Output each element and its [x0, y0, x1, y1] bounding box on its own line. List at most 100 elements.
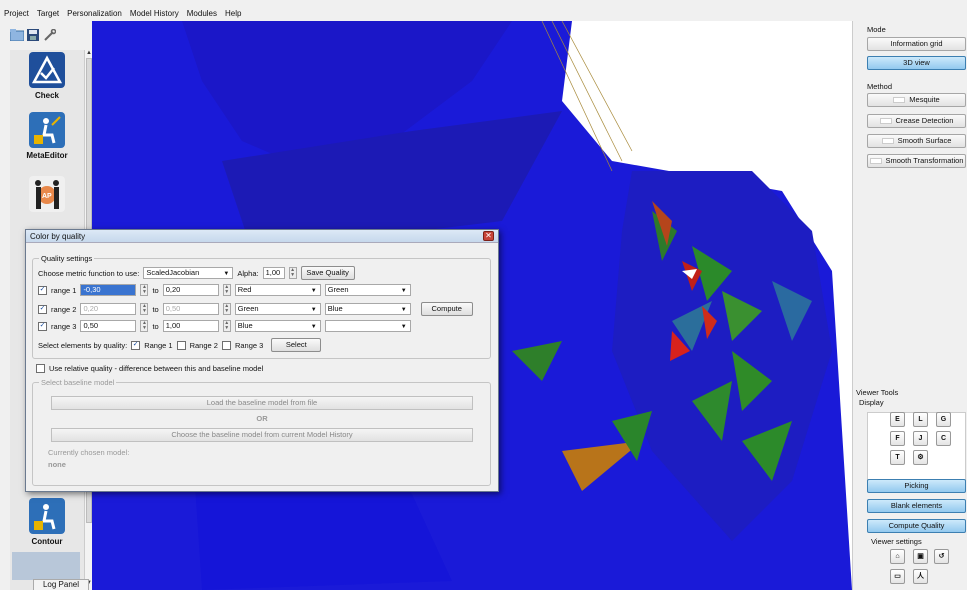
range-2-checkbox[interactable]: ✓	[38, 304, 47, 314]
module-check[interactable]: Check	[10, 52, 84, 100]
mannequin-icon[interactable]: 人	[913, 569, 928, 584]
menu-project[interactable]: Project	[4, 7, 29, 21]
method-mesquite-button[interactable]: Mesquite	[867, 93, 966, 107]
range-1-checkbox[interactable]: ✓	[38, 285, 47, 295]
metric-select[interactable]: ScaledJacobian	[143, 267, 234, 279]
method-label-text: Smooth Transformation	[885, 156, 964, 165]
group-title: Quality settings	[39, 254, 95, 263]
select-range-1-checkbox[interactable]: ✓	[131, 340, 141, 350]
alpha-input[interactable]: 1,00	[262, 267, 285, 279]
menu-personalization[interactable]: Personalization	[67, 7, 122, 21]
module-label: Contour	[31, 537, 63, 546]
menu-help[interactable]: Help	[225, 7, 241, 21]
range-3-from-input[interactable]: 0,50	[80, 320, 137, 332]
display-l-button[interactable]: L	[913, 412, 928, 427]
select-button[interactable]: Select	[271, 338, 322, 352]
range-2-color-end-select[interactable]: Blue	[324, 303, 411, 315]
dialog-titlebar: Color by quality ✕	[26, 230, 498, 243]
open-folder-icon[interactable]	[10, 28, 24, 42]
load-baseline-button[interactable]: Load the baseline model from file	[51, 396, 473, 410]
method-label-text: Crease Detection	[895, 116, 954, 125]
alpha-label: Alpha:	[237, 268, 259, 278]
module-contour[interactable]: Contour	[10, 498, 84, 546]
range-1-to-spinner[interactable]: ▲ ▼	[222, 284, 231, 296]
range-1-color-end-select[interactable]: Green	[324, 284, 411, 296]
relative-quality-label: Use relative quality - difference betwee…	[49, 364, 264, 373]
wrench-icon[interactable]	[42, 28, 56, 42]
menu-model-history[interactable]: Model History	[130, 7, 179, 21]
svg-text:AP: AP	[42, 193, 52, 200]
check-icon	[29, 52, 65, 88]
menu-bar: Project Target Personalization Model His…	[0, 7, 852, 21]
range-2-to-input[interactable]: 0,50	[162, 303, 219, 315]
toggle-indicator	[881, 138, 894, 145]
camera-icon[interactable]: ⌂	[890, 549, 905, 564]
range-2-color-start-select[interactable]: Green	[234, 303, 321, 315]
anthropometry-icon: AP	[29, 176, 65, 212]
display-f-button[interactable]: F	[890, 431, 905, 446]
compute-button[interactable]: Compute	[420, 302, 473, 316]
range-3-from-spinner[interactable]: ▲ ▼	[140, 320, 149, 332]
range-2-from-input[interactable]: 0,20	[80, 303, 137, 315]
chosen-model-value: none	[48, 460, 66, 469]
right-panel: Mode Information grid 3D view Method Mes…	[852, 21, 967, 590]
display-e-button[interactable]: E	[890, 412, 905, 427]
method-label-text: Smooth Surface	[897, 136, 952, 145]
range-3-color-start-select[interactable]: Blue	[234, 320, 321, 332]
screenshot-icon[interactable]: ▭	[890, 569, 905, 584]
contour-icon	[29, 498, 65, 534]
display-c-button[interactable]: C	[936, 431, 951, 446]
currently-chosen-label: Currently chosen model:	[48, 448, 130, 457]
save-quality-button[interactable]: Save Quality	[300, 266, 355, 280]
relative-quality-checkbox[interactable]	[36, 364, 45, 373]
to-label: to	[152, 321, 159, 331]
module-anthropometry[interactable]: AP	[10, 176, 84, 212]
range-label: range 2	[51, 304, 77, 314]
range-3-to-spinner[interactable]: ▲ ▼	[222, 320, 231, 332]
picking-button[interactable]: Picking	[867, 479, 966, 493]
menu-target[interactable]: Target	[37, 7, 59, 21]
or-separator: OR	[256, 414, 268, 423]
display-j-button[interactable]: J	[913, 431, 928, 446]
information-grid-button[interactable]: Information grid	[867, 37, 966, 51]
method-smooth-surface-button[interactable]: Smooth Surface	[867, 134, 966, 148]
log-panel-button[interactable]: Log Panel	[33, 579, 89, 590]
gear-icon[interactable]: ⚙	[913, 450, 928, 465]
window-icon[interactable]: ▣	[913, 549, 928, 564]
range-3-color-end-select[interactable]	[324, 320, 411, 332]
toggle-indicator	[893, 97, 906, 104]
range-1-from-spinner[interactable]: ▲ ▼	[140, 284, 149, 296]
method-smooth-transformation-button[interactable]: Smooth Transformation	[867, 154, 966, 168]
range-2-from-spinner[interactable]: ▲ ▼	[140, 303, 149, 315]
display-g-button[interactable]: G	[936, 412, 951, 427]
range-label: range 1	[51, 285, 77, 295]
range-3-row: ✓ range 3 0,50 ▲ ▼ to 1,00 ▲ ▼ Blue	[38, 320, 411, 332]
range-3-checkbox[interactable]: ✓	[38, 321, 47, 331]
range-3-to-input[interactable]: 1,00	[162, 320, 219, 332]
select-range-2-checkbox[interactable]	[176, 340, 186, 350]
save-icon[interactable]	[26, 28, 40, 42]
alpha-spinner[interactable]: ▲ ▼	[288, 267, 297, 279]
toolbar	[10, 28, 60, 46]
range-1-color-start-select[interactable]: Red	[234, 284, 321, 296]
compute-quality-button[interactable]: Compute Quality	[867, 519, 966, 533]
range-option-label: Range 1	[144, 340, 173, 350]
menu-modules[interactable]: Modules	[187, 7, 217, 21]
range-1-to-input[interactable]: 0,20	[162, 284, 219, 296]
select-range-3-checkbox[interactable]	[221, 340, 231, 350]
module-label: MetaEditor	[26, 151, 68, 160]
range-1-from-input[interactable]: -0,30	[80, 284, 137, 296]
close-icon[interactable]: ✕	[483, 231, 494, 241]
module-next-icon[interactable]	[12, 552, 80, 580]
module-metaeditor[interactable]: MetaEditor	[10, 112, 84, 160]
reset-view-icon[interactable]: ↺	[934, 549, 949, 564]
toggle-indicator	[869, 158, 882, 165]
select-by-quality-row: Select elements by quality: ✓ Range 1 Ra…	[38, 338, 322, 352]
blank-elements-button[interactable]: Blank elements	[867, 499, 966, 513]
range-label: range 3	[51, 321, 77, 331]
3d-view-button[interactable]: 3D view	[867, 56, 966, 70]
display-t-button[interactable]: T	[890, 450, 905, 465]
method-crease-detection-button[interactable]: Crease Detection	[867, 114, 966, 128]
range-2-to-spinner[interactable]: ▲ ▼	[222, 303, 231, 315]
choose-baseline-button[interactable]: Choose the baseline model from current M…	[51, 428, 473, 442]
